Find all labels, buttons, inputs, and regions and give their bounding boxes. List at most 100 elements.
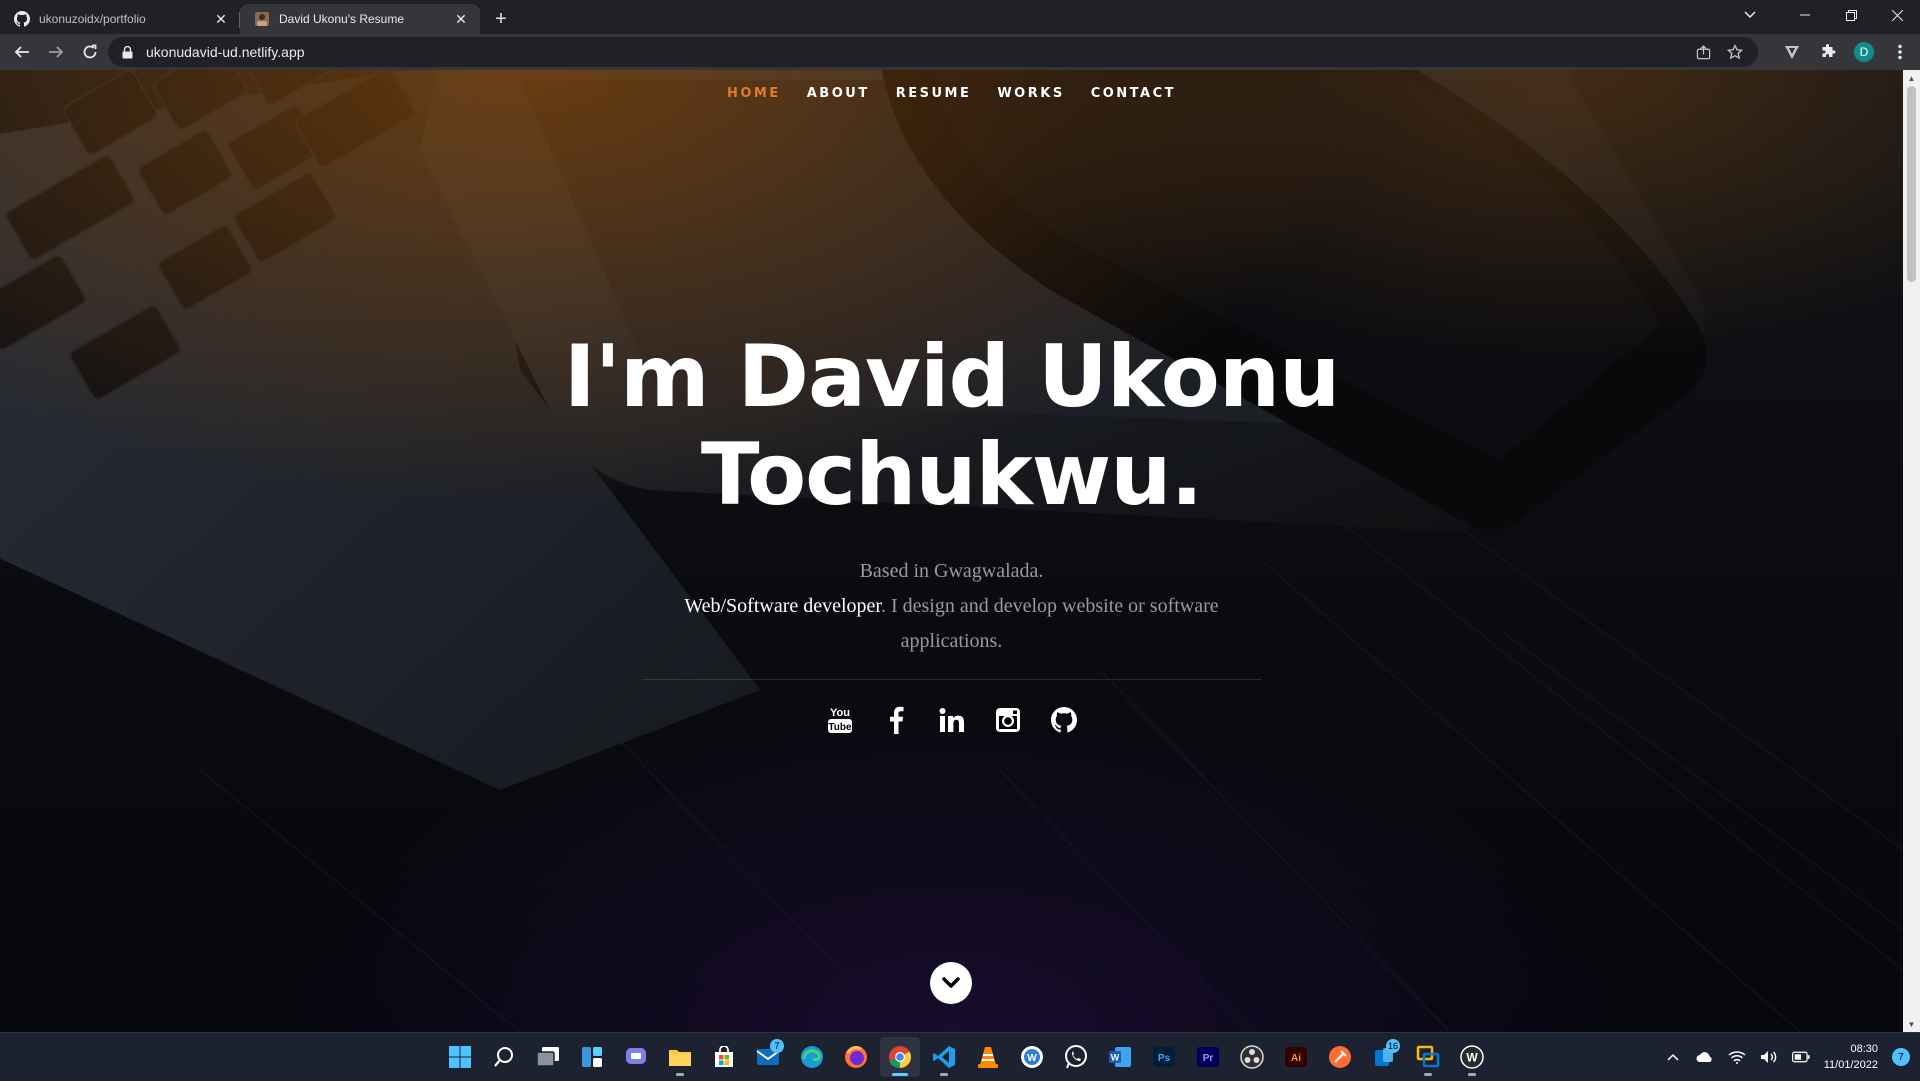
tab-github-portfolio[interactable]: ukonuzoidx/portfolio ✕ [0,4,240,34]
chevron-down-icon [942,977,960,988]
edge-icon[interactable] [792,1037,832,1077]
task-view-icon[interactable] [528,1037,568,1077]
nav-contact[interactable]: CONTACT [1091,86,1176,101]
vlc-icon[interactable] [968,1037,1008,1077]
file-explorer-icon[interactable] [660,1037,700,1077]
virtual-desktop-icon[interactable] [1408,1037,1448,1077]
site-nav: HOME ABOUT RESUME WORKS CONTACT [0,86,1903,101]
running-indicator [1468,1073,1476,1076]
battery-icon[interactable] [1791,1048,1810,1066]
profile-avatar[interactable]: D [1848,36,1880,68]
illustrator-icon[interactable]: Ai [1276,1037,1316,1077]
tab-search-button[interactable] [1730,0,1770,30]
browser-toolbar: ukonudavid-ud.netlify.app D [0,34,1920,70]
mail-icon[interactable]: 7 [748,1037,788,1077]
hero-location: Based in Gwagwalada. [859,560,1044,582]
wamp-icon[interactable]: W [1452,1037,1492,1077]
clock-date: 11/01/2022 [1823,1059,1878,1071]
nav-home[interactable]: HOME [727,86,781,101]
close-icon[interactable]: ✕ [212,10,230,28]
obs-icon[interactable] [1232,1037,1272,1077]
whatsapp-icon[interactable] [1056,1037,1096,1077]
scroll-down-button[interactable] [930,962,972,1004]
social-links: You Tube [0,704,1903,736]
photoshop-icon[interactable]: Ps [1144,1037,1184,1077]
forward-button[interactable] [40,36,72,68]
back-button[interactable] [6,36,38,68]
onedrive-cloud-icon[interactable] [1696,1048,1714,1066]
svg-text:W: W [1466,1051,1478,1065]
hero-subtitle: Based in Gwagwalada. Web/Software develo… [642,554,1262,659]
svg-text:Ai: Ai [1291,1053,1301,1064]
wps-icon[interactable]: W [1012,1037,1052,1077]
taskbar-apps: 7 W W Ps Pr Ai 16 W [440,1037,1492,1077]
profile-initial: D [1854,42,1874,62]
scrollbar-thumb[interactable] [1907,86,1916,282]
running-indicator [940,1073,948,1076]
minimize-button[interactable] [1782,0,1828,30]
svg-text:W: W [1027,1053,1037,1064]
running-indicator [676,1073,684,1076]
bookmark-star-icon[interactable] [1726,43,1744,61]
extension-vee-icon[interactable] [1776,36,1808,68]
linkedin-icon[interactable] [937,704,967,736]
tab-title: ukonuzoidx/portfolio [39,12,146,26]
address-bar[interactable]: ukonudavid-ud.netlify.app [108,37,1758,67]
browser-tabstrip: ukonuzoidx/portfolio ✕ David Ukonu's Res… [0,0,1920,34]
system-tray: 08:30 11/01/2022 7 [1664,1033,1910,1081]
nav-resume[interactable]: RESUME [896,86,972,101]
firefox-icon[interactable] [836,1037,876,1077]
windows-start-icon[interactable] [440,1037,480,1077]
tab-resume[interactable]: David Ukonu's Resume ✕ [240,4,480,34]
notification-badge[interactable]: 7 [1892,1048,1910,1066]
hero-heading: I'm David Ukonu Tochukwu. [0,328,1903,524]
scroll-down-arrow[interactable]: ▼ [1903,1016,1920,1032]
phone-link-badge: 16 [1385,1039,1400,1053]
clock[interactable]: 08:30 11/01/2022 [1824,1041,1878,1073]
microsoft-store-icon[interactable] [704,1037,744,1077]
vscode-icon[interactable] [924,1037,964,1077]
wifi-icon[interactable] [1728,1048,1746,1066]
active-indicator [892,1073,908,1076]
instagram-icon[interactable] [993,704,1023,736]
hero-section: I'm David Ukonu Tochukwu. Based in Gwagw… [0,328,1903,736]
page-scrollbar[interactable]: ▲ ▼ [1903,70,1920,1032]
volume-icon[interactable] [1760,1048,1778,1066]
lock-icon[interactable] [122,45,136,59]
clock-time: 08:30 [1850,1043,1878,1055]
nav-works[interactable]: WORKS [997,86,1064,101]
youtube-icon[interactable]: You Tube [825,704,855,736]
window-controls [1782,0,1920,30]
search-icon[interactable] [484,1037,524,1077]
web-page: HOME ABOUT RESUME WORKS CONTACT I'm Davi… [0,70,1903,1032]
hero-heading-line1: I'm David Ukonu [563,327,1341,427]
mail-badge: 7 [770,1039,784,1053]
extensions-puzzle-icon[interactable] [1812,36,1844,68]
github-icon[interactable] [1049,704,1079,736]
chevron-up-icon[interactable] [1664,1048,1682,1066]
postman-icon[interactable] [1320,1037,1360,1077]
url-text: ukonudavid-ud.netlify.app [146,44,305,60]
teams-chat-icon[interactable] [616,1037,656,1077]
hero-role: Web/Software developer [684,595,881,617]
reload-button[interactable] [74,36,106,68]
kebab-menu-icon[interactable] [1884,36,1916,68]
chrome-icon[interactable] [880,1037,920,1077]
scroll-up-arrow[interactable]: ▲ [1903,70,1920,86]
premiere-icon[interactable]: Pr [1188,1037,1228,1077]
hero-description: . I design and develop website or softwa… [880,595,1219,652]
running-indicator [1424,1073,1432,1076]
new-tab-button[interactable]: + [486,4,516,34]
facebook-icon[interactable] [881,704,911,736]
share-icon[interactable] [1694,43,1712,61]
close-window-button[interactable] [1874,0,1920,30]
nav-about[interactable]: ABOUT [807,86,870,101]
github-icon [14,11,30,27]
phone-link-icon[interactable]: 16 [1364,1037,1404,1077]
word-icon[interactable]: W [1100,1037,1140,1077]
restore-button[interactable] [1828,0,1874,30]
close-icon[interactable]: ✕ [452,10,470,28]
svg-text:Pr: Pr [1203,1053,1214,1064]
svg-text:Tube: Tube [828,722,852,733]
widgets-icon[interactable] [572,1037,612,1077]
